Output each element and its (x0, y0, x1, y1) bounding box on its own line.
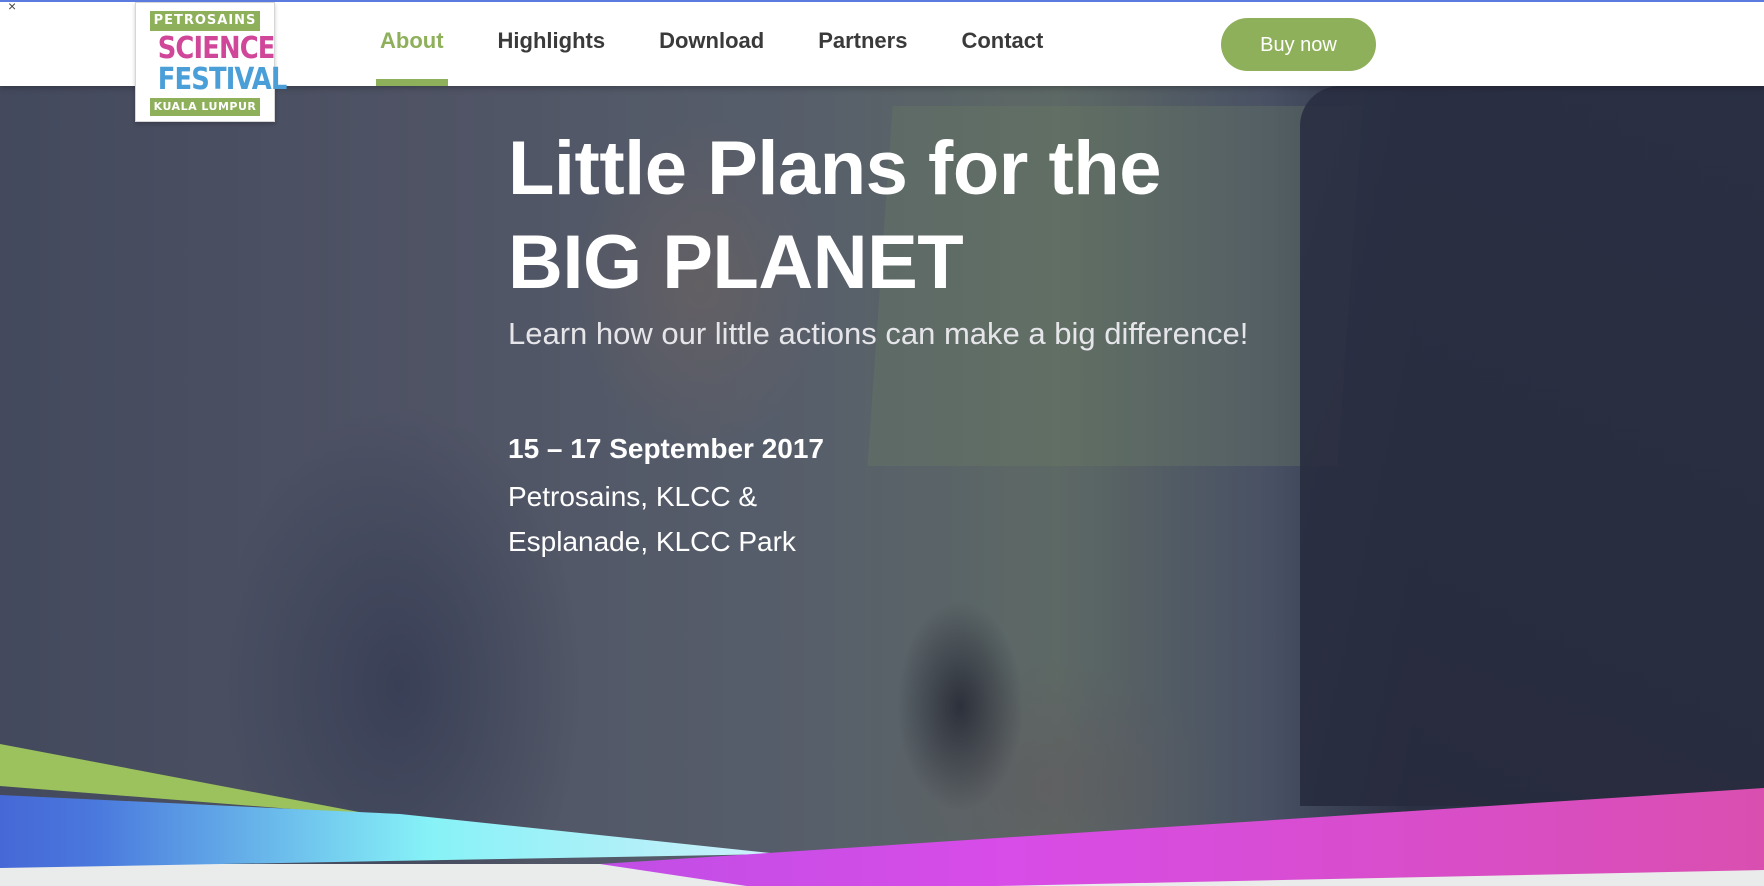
next-section-peek (0, 864, 1764, 886)
hero-title: Little Plans for the BIG PLANET (508, 122, 1248, 310)
main-nav: About Highlights Download Partners Conta… (376, 2, 1097, 86)
nav-item-label: Contact (961, 28, 1044, 53)
logo-text-petrosains: PETROSAINS (150, 11, 260, 31)
nav-item-label: About (380, 28, 444, 53)
page: × About Highlights Download Partners Con… (0, 0, 1764, 886)
buy-now-button[interactable]: Buy now (1221, 18, 1376, 71)
nav-item-about[interactable]: About (376, 2, 448, 86)
event-venue: Petrosains, KLCC & Esplanade, KLCC Park (508, 474, 1248, 564)
logo-text-science: SCIENCE (157, 31, 276, 66)
nav-item-label: Highlights (497, 28, 606, 53)
active-nav-indicator (376, 79, 448, 86)
festival-logo[interactable]: PETROSAINS SCIENCE FESTIVAL KUALA LUMPUR (135, 2, 288, 122)
hero-title-line-2: BIG PLANET (508, 220, 964, 305)
hero-content: Little Plans for the BIG PLANET Learn ho… (508, 122, 1248, 564)
nav-item-partners[interactable]: Partners (818, 2, 908, 83)
nav-item-contact[interactable]: Contact (961, 2, 1044, 83)
hero-title-line-1: Little Plans for the (508, 126, 1161, 211)
logo-text-festival: FESTIVAL (157, 62, 288, 97)
event-venue-line-2: Esplanade, KLCC Park (508, 526, 796, 557)
nav-item-label: Partners (818, 28, 908, 53)
event-venue-line-1: Petrosains, KLCC & (508, 481, 757, 512)
close-icon[interactable]: × (8, 2, 16, 14)
event-date: 15 – 17 September 2017 (508, 433, 824, 464)
hero-subtitle: Learn how our little actions can make a … (508, 316, 1249, 351)
nav-item-label: Download (659, 28, 765, 53)
nav-item-download[interactable]: Download (659, 2, 765, 83)
logo-text-location: KUALA LUMPUR (150, 98, 260, 116)
nav-item-highlights[interactable]: Highlights (497, 2, 606, 83)
